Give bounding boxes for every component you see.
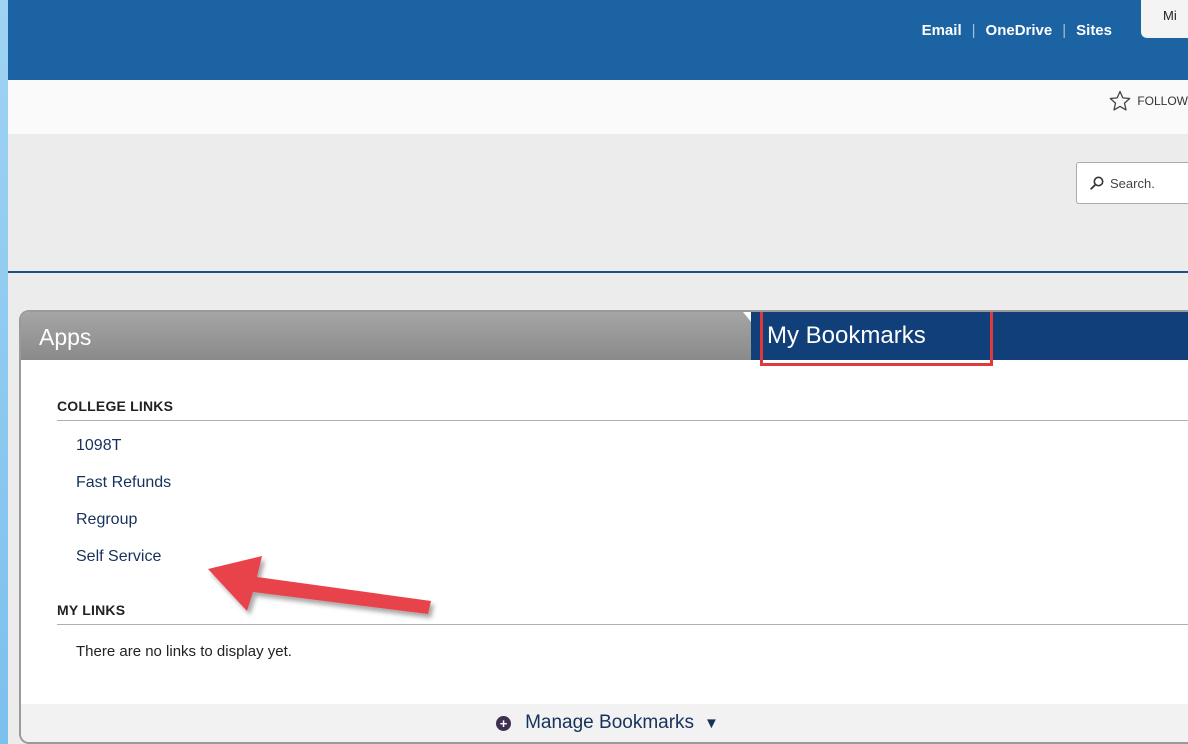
page-frame: Email | OneDrive | Sites Mi FOLLOW Searc… [8, 0, 1188, 744]
star-icon [1109, 90, 1131, 111]
college-links-heading: COLLEGE LINKS [57, 398, 1188, 421]
link-regroup[interactable]: Regroup [76, 511, 1188, 529]
manage-bookmarks-button[interactable]: + Manage Bookmarks ▼ [21, 704, 1188, 742]
panel-tabs: Apps My Bookmarks [21, 312, 1188, 366]
follow-button[interactable]: FOLLOW [1108, 89, 1188, 113]
caret-down-icon: ▼ [704, 714, 719, 732]
microsoft-account-tab[interactable]: Mi [1141, 0, 1188, 38]
link-self-service[interactable]: Self Service [76, 548, 1188, 566]
nav-separator: | [1062, 22, 1067, 39]
link-1098t[interactable]: 1098T [76, 437, 1188, 455]
my-links-heading: MY LINKS [57, 602, 1188, 625]
my-links-empty-message: There are no links to display yet. [76, 643, 292, 660]
onedrive-link[interactable]: OneDrive [986, 22, 1053, 39]
bookmarks-content: COLLEGE LINKS 1098T Fast Refunds Regroup… [57, 398, 1188, 660]
manage-bookmarks-label: Manage Bookmarks [525, 712, 695, 733]
bookmarks-panel: Apps My Bookmarks COLLEGE LINKS 1098T Fa… [19, 310, 1188, 744]
email-link[interactable]: Email [922, 22, 962, 39]
nav-separator: | [971, 22, 976, 39]
follow-label: FOLLOW [1137, 94, 1188, 108]
header-divider [8, 271, 1188, 273]
sites-link[interactable]: Sites [1076, 22, 1112, 39]
top-nav-bar: Email | OneDrive | Sites Mi [8, 0, 1188, 80]
link-fast-refunds[interactable]: Fast Refunds [76, 474, 1188, 492]
search-input[interactable]: Search. [1076, 162, 1188, 204]
search-icon [1090, 176, 1104, 190]
tab-apps[interactable]: Apps [21, 312, 761, 360]
plus-circle-icon: + [496, 715, 512, 731]
top-nav-links: Email | OneDrive | Sites [922, 22, 1112, 39]
follow-bar: FOLLOW [8, 80, 1188, 134]
search-placeholder: Search. [1110, 175, 1155, 191]
tab-my-bookmarks[interactable]: My Bookmarks [751, 312, 1188, 360]
